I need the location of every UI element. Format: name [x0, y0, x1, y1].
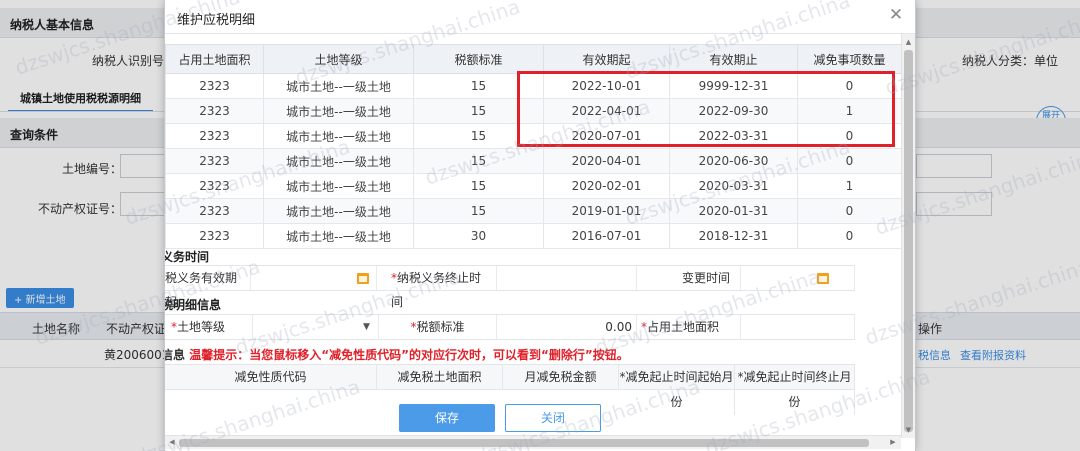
detail-row: *土地等级 ▼ *税额标准 0.00 *占用土地面积: [165, 314, 855, 340]
tax-standard-label: *税额标准: [379, 315, 497, 339]
cell-reduction-count: 0: [797, 73, 901, 99]
calendar-icon[interactable]: [817, 273, 829, 284]
cell-valid-from: 2019-01-01: [543, 198, 670, 224]
cell-valid-to: 2020-06-30: [669, 148, 798, 174]
obligation-section-title: 义务时间: [165, 250, 210, 264]
cell-land-grade: 城市土地--一级土地: [263, 98, 414, 124]
change-time-label: 变更时间: [637, 266, 741, 290]
table-header-row: 占用土地面积 土地等级 税额标准 有效期起 有效期止 减免事项数量: [165, 44, 901, 74]
dialog-body: 占用土地面积 土地等级 税额标准 有效期起 有效期止 减免事项数量 2323 城市…: [165, 34, 901, 434]
cell-land-area: 2323: [165, 123, 264, 149]
dialog-title: 维护应税明细: [177, 13, 256, 28]
cell-land-area: 2323: [165, 198, 264, 224]
table-row[interactable]: 2323 城市土地--一级土地 15 2019-01-01 2020-01-31 0: [165, 198, 901, 224]
tip-text: 温馨提示：当您鼠标移入“减免性质代码”的对应行次时，可以看到“删除行”按钮。: [189, 348, 629, 362]
land-grade-label: *土地等级: [167, 315, 253, 339]
cell-valid-from: 2020-02-01: [543, 173, 670, 199]
table-row[interactable]: 2323 城市土地--一级土地 15 2022-04-01 2022-09-30 1: [165, 98, 901, 124]
cell-valid-to: 2022-03-31: [669, 123, 798, 149]
cell-valid-from: 2022-10-01: [543, 73, 670, 99]
cell-land-grade: 城市土地--一级土地: [263, 73, 414, 99]
obligation-end-label: *纳税义务终止时间: [377, 266, 497, 309]
cell-land-area: 2323: [165, 73, 264, 99]
close-button[interactable]: 关闭: [505, 404, 601, 432]
land-area-input[interactable]: [741, 315, 855, 339]
table-row[interactable]: 2323 城市土地--一级土地 15 2020-07-01 2022-03-31 0: [165, 123, 901, 149]
cell-valid-to: 2020-01-31: [669, 198, 798, 224]
close-icon[interactable]: ✕: [885, 4, 907, 26]
col-header-land-area: 占用土地面积: [165, 44, 264, 74]
cell-valid-to: 9999-12-31: [669, 73, 798, 99]
change-time-input[interactable]: [741, 266, 855, 290]
detail-section-title: 税明细信息: [165, 298, 222, 312]
cell-reduction-count: 1: [797, 173, 901, 199]
land-grade-select[interactable]: ▼: [253, 315, 379, 339]
tax-detail-table: 占用土地面积 土地等级 税额标准 有效期起 有效期止 减免事项数量 2323 城市…: [165, 44, 901, 249]
cell-reduction-count: 0: [797, 198, 901, 224]
obligation-start-input[interactable]: [251, 266, 377, 290]
table-row[interactable]: 2323 城市土地--一级土地 15 2020-04-01 2020-06-30 0: [165, 148, 901, 174]
table-row[interactable]: 2323 城市土地--一级土地 15 2022-10-01 9999-12-31 0: [165, 73, 901, 99]
cell-valid-from: 2020-04-01: [543, 148, 670, 174]
cell-land-area: 2323: [165, 173, 264, 199]
col-reduction-area: 减免税土地面积: [377, 365, 503, 390]
obligation-end-input[interactable]: [497, 266, 637, 290]
reduction-table-header: 减免性质代码 减免税土地面积 月减免税金额 *减免起止时间起始月份 *减免起止时…: [165, 364, 855, 415]
horizontal-scroll-thumb[interactable]: [179, 439, 869, 447]
cell-land-grade: 城市土地--一级土地: [263, 148, 414, 174]
land-area-label: *占用土地面积: [637, 315, 741, 339]
tip-prefix: 信息: [165, 348, 186, 362]
cell-tax-standard: 15: [413, 123, 544, 149]
maintain-tax-detail-dialog: 维护应税明细 ✕ 占用土地面积 土地等级 税额标准 有效期起 有效期止 减免事项…: [164, 0, 916, 451]
cell-valid-to: 2022-09-30: [669, 98, 798, 124]
tip-line: 信息 温馨提示：当您鼠标移入“减免性质代码”的对应行次时，可以看到“删除行”按钮…: [165, 346, 629, 363]
col-header-reduction-count: 减免事项数量: [797, 44, 901, 74]
cell-reduction-count: 1: [797, 98, 901, 124]
scroll-right-icon[interactable]: ▶: [887, 436, 899, 449]
cell-tax-standard: 15: [413, 198, 544, 224]
scroll-up-icon[interactable]: ▲: [902, 36, 915, 48]
col-header-tax-standard: 税额标准: [413, 44, 544, 74]
cell-tax-standard: 15: [413, 148, 544, 174]
obligation-row: 税义务有效期起 *纳税义务终止时间 变更时间: [165, 265, 855, 309]
horizontal-scrollbar[interactable]: ◀ ▶: [165, 435, 901, 449]
col-reduction-start-month: *减免起止时间起始月份: [619, 365, 735, 415]
scroll-down-icon[interactable]: ▼: [902, 424, 915, 436]
cell-tax-standard: 30: [413, 223, 544, 249]
cell-tax-standard: 15: [413, 98, 544, 124]
col-reduction-amount: 月减免税金额: [503, 365, 619, 390]
obligation-start-label: 税义务有效期起: [165, 266, 251, 309]
cell-reduction-count: 0: [797, 123, 901, 149]
caret-down-icon: ▼: [363, 322, 370, 332]
table-row[interactable]: 2323 城市土地--一级土地 30 2016-07-01 2018-12-31 0: [165, 223, 901, 249]
cell-reduction-count: 0: [797, 148, 901, 174]
col-header-valid-to: 有效期止: [669, 44, 798, 74]
col-header-land-grade: 土地等级: [263, 44, 414, 74]
tax-standard-value[interactable]: 0.00: [497, 315, 637, 339]
cell-valid-from: 2020-07-01: [543, 123, 670, 149]
save-button[interactable]: 保存: [399, 404, 495, 432]
col-reduction-code: 减免性质代码: [165, 365, 377, 390]
vertical-scroll-thumb[interactable]: [904, 50, 913, 432]
cell-land-area: 2323: [165, 98, 264, 124]
col-reduction-end-month: *减免起止时间终止月份: [735, 365, 855, 415]
cell-land-area: 2323: [165, 223, 264, 249]
cell-valid-to: 2018-12-31: [669, 223, 798, 249]
cell-land-grade: 城市土地--一级土地: [263, 223, 414, 249]
cell-valid-to: 2020-03-31: [669, 173, 798, 199]
cell-land-grade: 城市土地--一级土地: [263, 198, 414, 224]
calendar-icon[interactable]: [357, 273, 369, 284]
cell-valid-from: 2016-07-01: [543, 223, 670, 249]
cell-land-area: 2323: [165, 148, 264, 174]
table-row[interactable]: 2323 城市土地--一级土地 15 2020-02-01 2020-03-31 1: [165, 173, 901, 199]
scroll-left-icon[interactable]: ◀: [166, 436, 178, 449]
cell-valid-from: 2022-04-01: [543, 98, 670, 124]
vertical-scrollbar[interactable]: ▲ ▼: [901, 34, 915, 438]
col-header-valid-from: 有效期起: [543, 44, 670, 74]
cell-reduction-count: 0: [797, 223, 901, 249]
cell-land-grade: 城市土地--一级土地: [263, 173, 414, 199]
cell-land-grade: 城市土地--一级土地: [263, 123, 414, 149]
cell-tax-standard: 15: [413, 73, 544, 99]
cell-tax-standard: 15: [413, 173, 544, 199]
